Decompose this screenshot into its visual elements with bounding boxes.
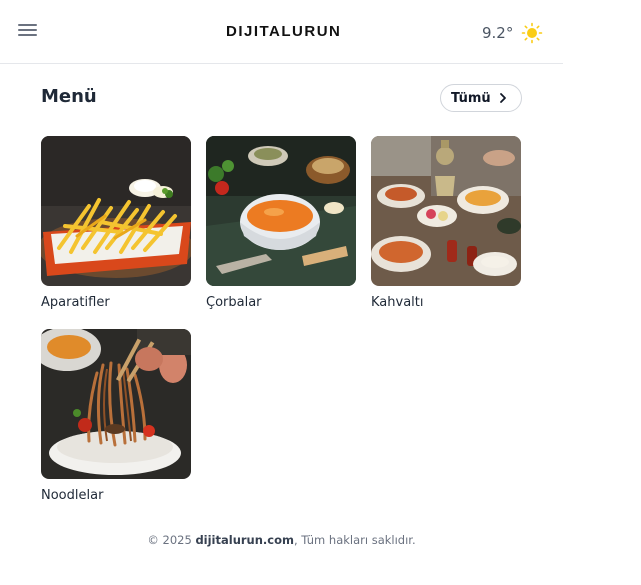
temperature-value: 9.2° xyxy=(482,24,514,42)
footer-copyright: © 2025 dijitalurun.com, Tüm hakları sakl… xyxy=(0,533,563,547)
weather-widget: 9.2° xyxy=(482,21,543,45)
noodles-chopsticks-photo xyxy=(41,329,191,479)
sun-icon xyxy=(522,22,543,44)
category-label: Çorbalar xyxy=(206,295,262,310)
breakfast-spread-photo xyxy=(371,136,521,286)
category-card-noodlelar[interactable]: Noodlelar xyxy=(41,329,191,503)
section-title: Menü xyxy=(41,86,97,107)
hamburger-menu-icon[interactable] xyxy=(18,24,38,40)
view-all-label: Tümü xyxy=(451,90,491,106)
copyright-prefix: © 2025 xyxy=(147,533,196,547)
category-card-aparatifler[interactable]: Aparatifler xyxy=(41,136,191,310)
site-logo[interactable]: DIJITALURUN xyxy=(226,22,340,42)
soup-bowl-photo xyxy=(206,136,356,286)
view-all-button[interactable]: Tümü xyxy=(440,84,522,112)
app-root: DIJITALURUN 9.2° Menü Tümü Aparatifler Ç… xyxy=(0,0,563,585)
category-card-kahvalti[interactable]: Kahvaltı xyxy=(371,136,521,310)
copyright-suffix: , Tüm hakları saklıdır. xyxy=(294,533,416,547)
category-label: Aparatifler xyxy=(41,295,110,310)
chevron-right-icon xyxy=(499,93,506,103)
category-label: Kahvaltı xyxy=(371,295,424,310)
category-card-corbalar[interactable]: Çorbalar xyxy=(206,136,356,310)
french-fries-photo xyxy=(41,136,191,286)
top-bar: DIJITALURUN 9.2° xyxy=(0,0,563,64)
category-label: Noodlelar xyxy=(41,488,104,503)
footer-site-link[interactable]: dijitalurun.com xyxy=(195,533,294,547)
